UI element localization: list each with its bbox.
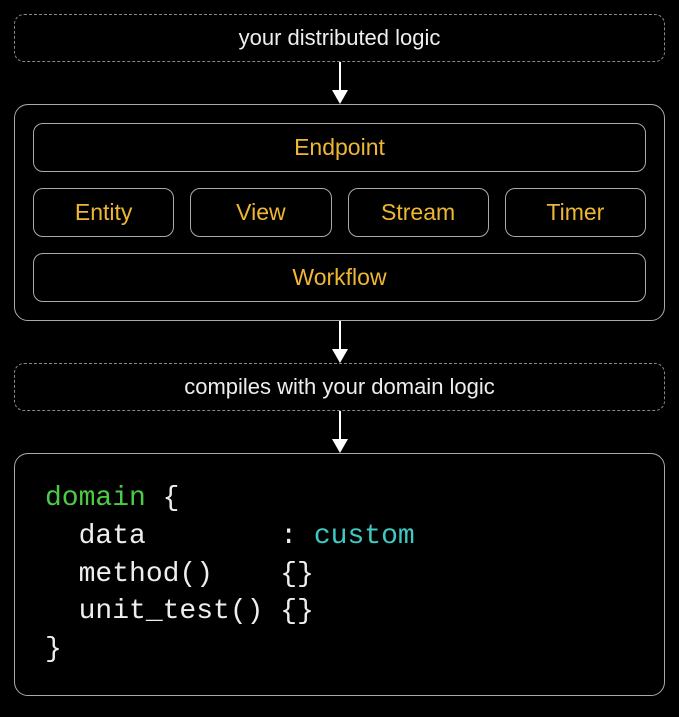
component-timer-label: Timer bbox=[546, 199, 604, 225]
component-stream-label: Stream bbox=[381, 199, 455, 225]
code-type-custom: custom bbox=[314, 521, 415, 552]
component-endpoint-label: Endpoint bbox=[294, 134, 385, 160]
component-view: View bbox=[190, 188, 331, 237]
component-entity: Entity bbox=[33, 188, 174, 237]
code-data-colon: : bbox=[280, 521, 314, 552]
code-line-method: method() {} bbox=[45, 556, 634, 594]
arrow-down-icon bbox=[339, 62, 341, 104]
component-timer: Timer bbox=[505, 188, 646, 237]
code-brace-close: } bbox=[45, 631, 634, 669]
arrow-down-icon bbox=[339, 411, 341, 453]
code-keyword-domain: domain bbox=[45, 483, 146, 514]
compiles-label: compiles with your domain logic bbox=[184, 374, 495, 399]
component-view-label: View bbox=[236, 199, 285, 225]
component-workflow: Workflow bbox=[33, 253, 646, 302]
component-workflow-label: Workflow bbox=[292, 264, 386, 290]
arrow-down-icon bbox=[339, 321, 341, 363]
code-line-unit-test: unit_test() {} bbox=[45, 593, 634, 631]
compiles-box: compiles with your domain logic bbox=[14, 363, 665, 411]
distributed-logic-label: your distributed logic bbox=[239, 25, 441, 50]
distributed-logic-box: your distributed logic bbox=[14, 14, 665, 62]
component-endpoint: Endpoint bbox=[33, 123, 646, 172]
component-entity-label: Entity bbox=[75, 199, 133, 225]
component-stream: Stream bbox=[348, 188, 489, 237]
code-block: domain { data : custom method() {} unit_… bbox=[14, 453, 665, 696]
code-brace-open: { bbox=[146, 483, 180, 514]
code-data-left: data bbox=[45, 521, 280, 552]
components-container: Endpoint Entity View Stream Timer Workfl… bbox=[14, 104, 665, 321]
